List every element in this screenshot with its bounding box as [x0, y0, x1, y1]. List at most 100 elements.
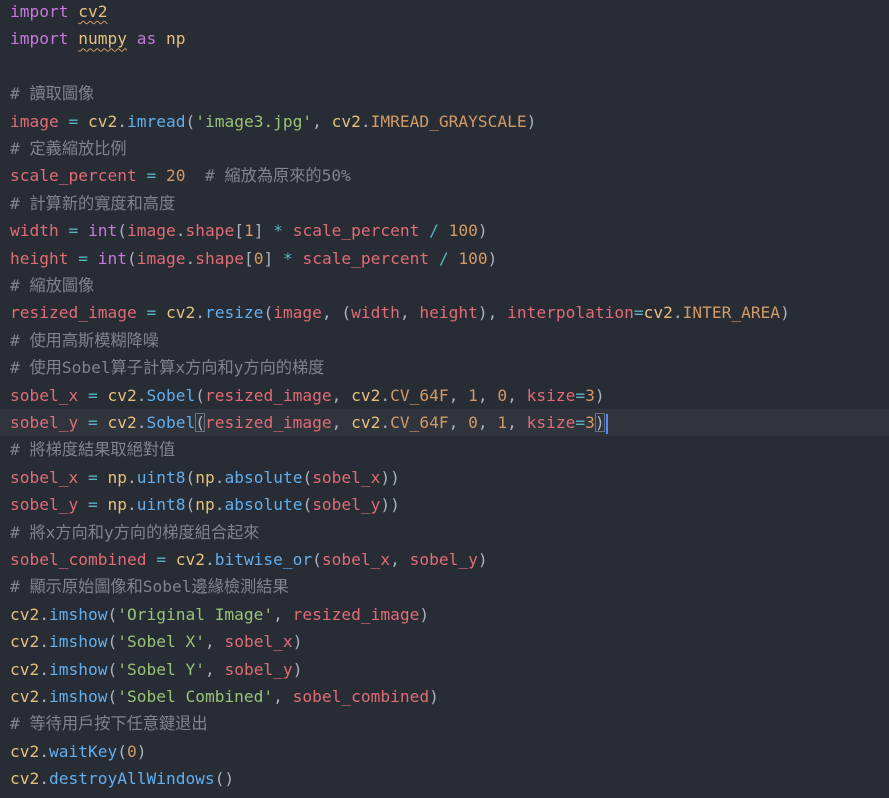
code-token: 100 — [458, 248, 488, 268]
code-line-18[interactable]: sobel_x = np.uint8(np.absolute(sobel_x)) — [0, 464, 889, 491]
code-token: , — [477, 385, 498, 405]
code-token: np — [107, 467, 127, 487]
code-line-19[interactable]: sobel_y = np.uint8(np.absolute(sobel_y)) — [0, 491, 889, 518]
code-token: cv2 — [10, 687, 40, 706]
code-token: sobel_x — [10, 467, 79, 487]
code-token: = — [146, 166, 157, 186]
code-token: sobel_y — [10, 495, 79, 515]
code-line-9[interactable]: width = int(image.shape[1] * scale_perce… — [0, 217, 889, 244]
code-token: = — [156, 550, 166, 569]
code-line-26[interactable]: cv2.imshow('Sobel Combined', sobel_combi… — [0, 683, 889, 710]
code-line-12[interactable]: resized_image = cv2.resize(image, (width… — [0, 299, 889, 326]
code-token: 3 — [585, 413, 595, 432]
code-token: # 縮放圖像 — [10, 276, 95, 295]
code-token: ( — [302, 495, 313, 515]
code-token: . — [185, 248, 196, 268]
code-token: . — [39, 632, 49, 652]
code-line-10[interactable]: height = int(image.shape[0] * scale_perc… — [0, 245, 889, 272]
code-line-17[interactable]: # 將梯度結果取絕對值 — [0, 436, 889, 463]
code-line-7[interactable]: scale_percent = 20 # 縮放為原來的50% — [0, 162, 889, 189]
code-token: np — [165, 29, 186, 49]
code-token: # 將x方向和y方向的梯度組合起來 — [10, 522, 260, 542]
code-token: int — [87, 221, 118, 241]
code-token: uint8 — [136, 495, 186, 515]
code-token: . — [126, 467, 137, 487]
code-token: sobel_combined — [292, 687, 430, 706]
code-token: , — [331, 385, 352, 405]
code-token: image — [136, 248, 186, 268]
code-line-8[interactable]: # 計算新的寬度和高度 — [0, 190, 889, 217]
code-token: ( — [302, 467, 313, 487]
code-token: sobel_x — [321, 550, 391, 569]
code-token: # 定義縮放比例 — [10, 139, 127, 158]
code-line-4[interactable]: # 讀取圖像 — [0, 80, 889, 107]
code-token: ksize — [526, 413, 576, 432]
code-token: , — [390, 550, 410, 569]
code-line-6[interactable]: # 定義縮放比例 — [0, 135, 889, 162]
code-token: = — [87, 467, 98, 487]
code-token: [ — [234, 221, 244, 241]
code-token: [ — [243, 248, 254, 268]
code-line-28[interactable]: cv2.waitKey(0) — [0, 738, 889, 765]
code-token: cv2 — [643, 303, 673, 323]
code-line-11[interactable]: # 縮放圖像 — [0, 272, 889, 299]
code-line-14[interactable]: # 使用Sobel算子計算x方向和y方向的梯度 — [0, 354, 889, 381]
code-editor[interactable]: import cv2 import numpy as np # 讀取圖像 image … — [0, 0, 889, 798]
code-token: , — [204, 632, 225, 652]
code-token: ( — [126, 248, 137, 268]
code-token: ( — [195, 413, 205, 432]
code-token: CV_64F — [390, 413, 449, 432]
code-token: . — [126, 495, 137, 515]
code-token: 'image3.jpg' — [195, 111, 313, 131]
code-token: ( — [185, 495, 196, 515]
code-line-23[interactable]: cv2.imshow('Original Image', resized_ima… — [0, 601, 889, 628]
code-token: 1 — [468, 385, 478, 405]
code-token: 3 — [585, 385, 595, 405]
code-token: . — [39, 687, 49, 706]
code-line-5[interactable]: image = cv2.imread('image3.jpg', cv2.IMR… — [0, 108, 889, 135]
code-line-2[interactable]: import numpy as np — [0, 25, 889, 52]
code-token: ) — [526, 111, 537, 131]
code-token: shape — [195, 248, 244, 268]
code-token: . — [39, 659, 49, 679]
code-token: ) — [780, 303, 790, 323]
code-token: scale_percent — [302, 248, 430, 268]
code-token: ) — [429, 687, 439, 706]
code-token: cv2 — [10, 659, 40, 679]
code-line-24[interactable]: cv2.imshow('Sobel X', sobel_x) — [0, 628, 889, 655]
code-token: . — [360, 111, 371, 131]
code-line-3[interactable] — [0, 53, 889, 80]
code-token: , — [507, 385, 527, 405]
code-token: width — [351, 303, 400, 323]
code-line-1[interactable]: import cv2 — [0, 0, 889, 25]
code-line-20[interactable]: # 將x方向和y方向的梯度組合起來 — [0, 519, 889, 546]
code-line-22[interactable]: # 顯示原始圖像和Sobel邊緣檢測結果 — [0, 573, 889, 600]
code-line-13[interactable]: # 使用高斯模糊降噪 — [0, 327, 889, 354]
code-line-15[interactable]: sobel_x = cv2.Sobel(resized_image, cv2.C… — [0, 382, 889, 409]
code-token: Sobel — [146, 385, 196, 405]
code-token: , — [331, 413, 352, 432]
code-token: = — [575, 385, 586, 405]
code-token: / — [438, 248, 449, 268]
code-token: , — [273, 687, 293, 706]
code-line-29[interactable]: cv2.destroyAllWindows() — [0, 765, 889, 792]
code-token: destroyAllWindows — [49, 769, 215, 789]
code-line-27[interactable]: # 等待用戶按下任意鍵退出 — [0, 710, 889, 737]
code-token: # 將梯度結果取絕對值 — [10, 440, 176, 460]
code-line-25[interactable]: cv2.imshow('Sobel Y', sobel_y) — [0, 656, 889, 683]
code-token: , ( — [321, 303, 352, 323]
code-token: , — [273, 604, 293, 624]
code-token: cv2 — [107, 413, 137, 432]
code-line-21[interactable]: sobel_combined = cv2.bitwise_or(sobel_x,… — [0, 546, 889, 573]
code-line-16[interactable]: sobel_y = cv2.Sobel(resized_image, cv2.C… — [0, 409, 889, 436]
code-token: ( — [107, 659, 118, 679]
